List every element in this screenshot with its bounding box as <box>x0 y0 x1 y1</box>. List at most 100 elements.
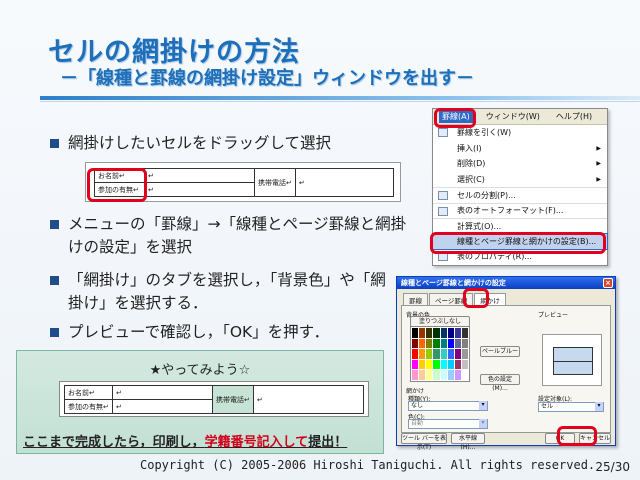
color-swatch[interactable] <box>426 370 433 380</box>
dialog-title: 線種とページ罫線と網かけの設定 <box>401 279 506 287</box>
close-icon[interactable]: × <box>603 278 613 288</box>
pattern-color-select[interactable]: 自動 <box>408 419 488 429</box>
color-swatch[interactable] <box>426 349 433 359</box>
color-swatch[interactable] <box>461 359 468 370</box>
color-swatch[interactable] <box>433 338 440 349</box>
menu-item-select[interactable]: 選択(C) ▶ <box>433 172 607 188</box>
pencil-icon <box>438 128 448 137</box>
practice-phone-label: 携帯電話↵ <box>212 385 254 414</box>
practice-name-value[interactable]: ↵ <box>112 385 213 400</box>
pattern-style-select[interactable]: なし <box>408 401 488 411</box>
color-swatch[interactable] <box>419 349 426 359</box>
color-swatch[interactable] <box>454 370 461 380</box>
slide-subtitle: －「線種と罫線の網掛け設定」ウィンドウを出す－ <box>60 68 474 89</box>
color-swatch[interactable] <box>412 328 419 338</box>
color-swatch[interactable] <box>426 359 433 370</box>
practice-attend-value[interactable]: ↵ <box>112 399 213 414</box>
menu-window[interactable]: ウィンドウ(W) <box>483 110 543 123</box>
color-swatch[interactable] <box>447 338 454 349</box>
color-swatch[interactable] <box>440 359 447 370</box>
color-swatch[interactable] <box>447 328 454 338</box>
color-swatch[interactable] <box>433 349 440 359</box>
menu-item-label: 表のオートフォーマット(F)... <box>457 206 564 216</box>
horizontal-line-button[interactable]: 水平線(H)... <box>451 433 485 451</box>
practice-note-part2: 提出！ <box>308 435 348 450</box>
practice-box: ★やってみよう☆ お名前↵ ↵ 携帯電話↵ ↵ 参加の有無↵ ↵ ここまで完成し… <box>16 350 384 454</box>
menu-item-label: 挿入(I) <box>457 143 482 153</box>
menu-item-label: 選択(C) <box>457 174 485 184</box>
menu-item-autoformat[interactable]: 表のオートフォーマット(F)... <box>433 202 607 219</box>
highlight-ok-button <box>557 426 597 446</box>
practice-phone-value[interactable]: ↵ <box>252 385 365 414</box>
practice-note-part1: ここまで完成したら，印刷し， <box>23 435 205 450</box>
color-swatch[interactable] <box>433 359 440 370</box>
color-swatch[interactable] <box>419 359 426 370</box>
preview-box <box>542 334 602 386</box>
color-swatch[interactable] <box>426 338 433 349</box>
color-swatch[interactable] <box>440 338 447 349</box>
bullet-select-cells: 網掛けしたいセルをドラッグして選択 <box>49 132 331 155</box>
color-swatch[interactable] <box>440 328 447 338</box>
apply-to-select[interactable]: セル <box>538 402 604 412</box>
color-swatch[interactable] <box>454 359 461 370</box>
color-swatch[interactable] <box>461 328 468 338</box>
color-swatch[interactable] <box>426 328 433 338</box>
preview-cell <box>553 347 593 375</box>
highlight-selected-cells <box>87 168 147 202</box>
submenu-arrow-icon: ▶ <box>596 144 601 152</box>
practice-attend-label: 参加の有無↵ <box>64 399 113 414</box>
phone-value-cell: ↵ <box>294 168 395 197</box>
color-swatch[interactable] <box>433 370 440 380</box>
menu-item-insert[interactable]: 挿入(I) ▶ <box>433 141 607 157</box>
phone-label-cell: 携帯電話↵ <box>254 168 296 197</box>
practice-form: お名前↵ ↵ 携帯電話↵ ↵ 参加の有無↵ ↵ <box>59 381 369 417</box>
color-swatch[interactable] <box>412 338 419 349</box>
title-divider <box>40 96 640 100</box>
more-colors-button[interactable]: 色の設定(M)... <box>480 374 520 392</box>
highlight-shading-tab <box>463 288 489 308</box>
preview-label: プレビュー <box>538 312 569 319</box>
practice-name-label: お名前↵ <box>64 385 113 400</box>
borders-shading-dialog: 線種とページ罫線と網かけの設定 × 罫線 ページ罫線 網かけ 背景の色 塗りつぶ… <box>396 276 616 451</box>
copyright-footer: Copyright (C) 2005-2006 Hiroshi Taniguch… <box>140 458 596 472</box>
bullet-shading-tab: 「網掛け」のタブを選択し，「背景色」や「網掛け」を選択する． <box>50 269 398 315</box>
menu-item-label: 削除(D) <box>457 159 486 169</box>
color-swatch[interactable] <box>447 349 454 359</box>
color-swatch[interactable] <box>440 370 447 380</box>
color-palette[interactable] <box>410 326 470 382</box>
page-number: 25/30 <box>595 460 630 474</box>
menu-help[interactable]: ヘルプ(H) <box>553 110 595 123</box>
submenu-arrow-icon: ▶ <box>596 175 601 183</box>
color-swatch[interactable] <box>419 338 426 349</box>
practice-heading: ★やってみよう☆ <box>149 363 251 378</box>
menu-item-delete[interactable]: 削除(D) ▶ <box>433 156 607 172</box>
dialog-body: 背景の色 塗りつぶしなし ペールブルー 色の設定(M)... 網かけ 種類(Y)… <box>401 305 611 433</box>
title-divider-thin <box>40 101 640 102</box>
pale-blue-swatch-label: ペールブルー <box>480 346 520 357</box>
color-swatch[interactable] <box>412 349 419 359</box>
color-swatch[interactable] <box>454 328 461 338</box>
color-swatch[interactable] <box>447 359 454 370</box>
color-swatch[interactable] <box>440 349 447 359</box>
color-swatch[interactable] <box>433 328 440 338</box>
practice-note: ここまで完成したら，印刷し，学籍番号記入して提出！ <box>23 431 347 450</box>
color-swatch[interactable] <box>461 349 468 359</box>
color-swatch[interactable] <box>461 370 468 380</box>
name-value-cell: ↵ <box>144 168 255 183</box>
highlight-table-menu <box>434 108 476 128</box>
color-swatch[interactable] <box>419 328 426 338</box>
color-swatch[interactable] <box>454 338 461 349</box>
split-cells-icon <box>438 191 448 200</box>
highlight-borders-shading-item <box>430 232 606 254</box>
menu-item-label: 計算式(O)... <box>457 221 502 231</box>
menu-item-split-cells[interactable]: セルの分割(P)... <box>433 187 607 203</box>
show-toolbar-button[interactable]: ツール バーを表示(T) <box>401 433 447 451</box>
submenu-arrow-icon: ▶ <box>596 160 601 168</box>
color-swatch[interactable] <box>412 370 419 380</box>
dialog-title-bar: 線種とページ罫線と網かけの設定 × <box>397 277 615 289</box>
color-swatch[interactable] <box>447 370 454 380</box>
color-swatch[interactable] <box>454 349 461 359</box>
color-swatch[interactable] <box>461 338 468 349</box>
color-swatch[interactable] <box>412 359 419 370</box>
color-swatch[interactable] <box>419 370 426 380</box>
